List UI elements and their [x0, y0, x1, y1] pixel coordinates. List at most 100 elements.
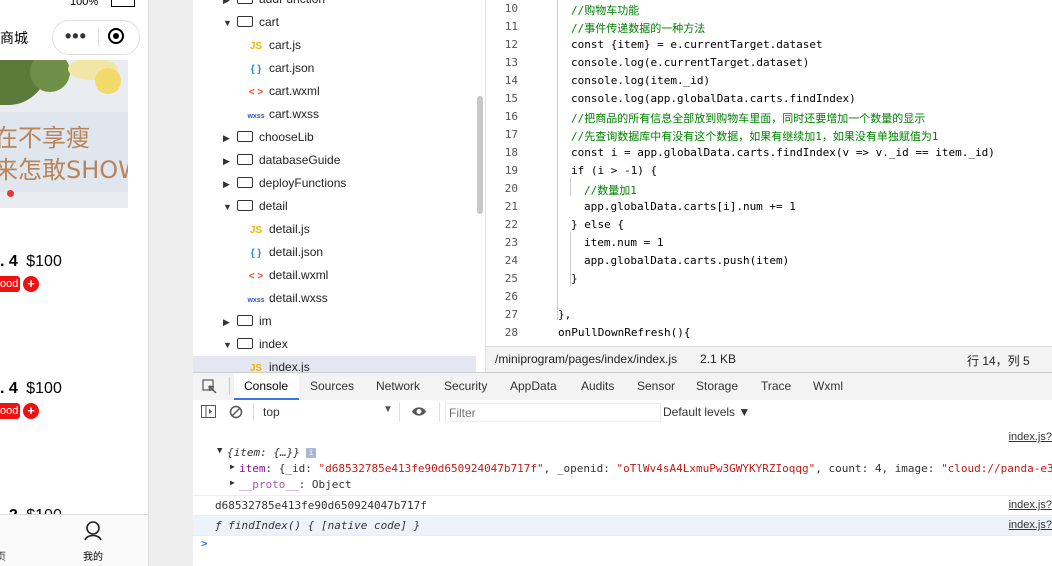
tab-mine-label[interactable]: 我的 — [83, 548, 103, 563]
code-editor[interactable]: 10 //购物车功能 11 //事件传递数据的一种方法 12 const {it… — [486, 0, 1052, 346]
tree-folder-deployfunctions[interactable]: ▶ deployFunctions — [223, 172, 346, 195]
product-name: . 4 — [0, 380, 18, 397]
chevron-right-icon[interactable]: ▶ — [230, 478, 235, 487]
file-path: /miniprogram/pages/index/index.js — [495, 352, 678, 366]
more-icon[interactable]: ••• — [65, 27, 87, 45]
tree-file-detail-wxml[interactable]: < > detail.wxml — [245, 264, 329, 287]
tree-folder-chooselib[interactable]: ▶ chooseLib — [223, 126, 314, 149]
tree-file-cart-wxml[interactable]: < > cart.wxml — [245, 80, 320, 103]
tab-console[interactable]: Console — [244, 379, 288, 393]
chevron-down-icon[interactable]: ▼ — [383, 404, 393, 415]
source-link[interactable]: index.js? — [1009, 499, 1052, 511]
banner-text: 在不享瘦 — [0, 124, 90, 152]
add-to-cart-button[interactable]: + — [23, 403, 39, 419]
clear-console-icon[interactable] — [229, 405, 243, 419]
product-name: . 4 — [0, 253, 18, 270]
tree-label: detail.wxml — [269, 268, 329, 282]
inspect-icon[interactable] — [202, 379, 218, 395]
add-to-cart-button[interactable]: + — [23, 276, 39, 292]
tree-label: index — [259, 337, 288, 351]
code-line: }, — [558, 308, 572, 321]
carousel-indicator[interactable] — [7, 190, 14, 197]
chevron-down-icon: ▼ — [223, 340, 232, 350]
chevron-right-icon: ▶ — [223, 179, 230, 189]
tree-folder-index[interactable]: ▼ index — [223, 333, 288, 356]
line-number: 17 — [504, 128, 518, 141]
source-link[interactable]: index.js? — [1009, 519, 1052, 531]
tree-scrollbar[interactable] — [477, 96, 483, 214]
user-icon[interactable] — [83, 521, 103, 541]
tab-security[interactable]: Security — [444, 379, 487, 393]
code-line: item.num = 1 — [584, 236, 664, 249]
filter-input[interactable] — [445, 403, 661, 422]
tree-folder-detail[interactable]: ▼ detail — [223, 195, 288, 218]
item-object-line: item: {_id: "d68532785e413fe90d650924047… — [239, 462, 1052, 475]
tree-file-detail-js[interactable]: JS detail.js — [245, 218, 310, 241]
toolbar-divider — [253, 403, 254, 421]
chevron-right-icon: ▶ — [223, 156, 230, 166]
tab-appdata[interactable]: AppData — [510, 379, 557, 393]
log-text: ƒ findIndex() { [native code] } — [215, 519, 421, 532]
tab-audits[interactable]: Audits — [581, 379, 614, 393]
sidebar-toggle-icon[interactable] — [201, 405, 216, 418]
folder-icon — [237, 131, 253, 142]
capsule-menu[interactable]: ••• — [52, 20, 140, 55]
wxss-file-icon: wxss — [247, 113, 265, 120]
folder-icon — [237, 0, 253, 4]
editor-status-bar: /miniprogram/pages/index/index.js 2.1 KB… — [486, 346, 1052, 373]
code-line: const i = app.globalData.carts.findIndex… — [571, 146, 995, 159]
proto-line: __proto__: Object — [239, 478, 352, 491]
item-id-value: "d68532785e413fe90d650924047b717f" — [318, 462, 544, 475]
close-capsule-icon[interactable] — [108, 28, 124, 44]
product-item[interactable]: . 4 $100 — [0, 253, 62, 271]
tree-file-cart-json[interactable]: { } cart.json — [245, 57, 315, 80]
tree-folder-im[interactable]: ▶ im — [223, 310, 272, 333]
tree-folder-addfunction[interactable]: ▶addFunction — [223, 0, 325, 11]
folder-icon — [237, 177, 253, 188]
tree-file-cart-js[interactable]: JS cart.js — [245, 34, 301, 57]
tab-trace[interactable]: Trace — [761, 379, 791, 393]
folder-open-icon — [237, 200, 253, 211]
chevron-down-icon[interactable]: ▼ — [217, 446, 222, 456]
tree-file-cart-wxss[interactable]: wxss cart.wxss — [245, 103, 319, 126]
tree-file-detail-json[interactable]: { } detail.json — [245, 241, 323, 264]
source-link[interactable]: index.js? — [1009, 431, 1052, 443]
proto-value: : Object — [298, 478, 352, 491]
tree-folder-databaseguide[interactable]: ▶ databaseGuide — [223, 149, 340, 172]
chevron-down-icon: ▼ — [223, 202, 232, 212]
line-number: 18 — [504, 146, 518, 159]
toolbar-divider — [399, 403, 400, 421]
tree-label: databaseGuide — [259, 153, 341, 167]
eye-icon[interactable] — [411, 406, 427, 417]
tab-sensor[interactable]: Sensor — [637, 379, 675, 393]
product-item[interactable]: . 4 $100 — [0, 380, 62, 398]
panel-divider[interactable] — [148, 0, 194, 566]
tree-label: deployFunctions — [259, 176, 347, 190]
log-levels-dropdown[interactable]: Default levels ▼ — [663, 405, 750, 419]
info-icon[interactable]: i — [306, 448, 316, 458]
wxml-file-icon: < > — [248, 271, 264, 282]
tree-file-index-js[interactable]: JS index.js — [245, 356, 310, 372]
tab-home-label[interactable]: 页 — [0, 548, 6, 563]
chevron-right-icon[interactable]: ▶ — [230, 462, 235, 471]
tab-storage[interactable]: Storage — [696, 379, 738, 393]
line-number: 20 — [504, 182, 518, 195]
line-number: 15 — [504, 92, 518, 105]
cursor-position[interactable]: 行 14，列 5 — [967, 352, 1030, 369]
context-select[interactable]: top — [263, 405, 280, 419]
tab-sources[interactable]: Sources — [310, 379, 354, 393]
tree-label: detail.json — [269, 245, 324, 259]
tree-label: detail.wxss — [269, 291, 328, 305]
toolbar-divider — [439, 403, 440, 421]
code-line: const {item} = e.currentTarget.dataset — [571, 38, 823, 51]
console-prompt[interactable]: > — [201, 537, 208, 550]
banner-carousel[interactable]: 在不享瘦 来怎敢SHOW — [0, 60, 128, 208]
line-number: 25 — [504, 272, 518, 285]
tree-folder-cart[interactable]: ▼ cart — [223, 11, 279, 34]
line-number: 24 — [504, 254, 518, 267]
tree-file-detail-wxss[interactable]: wxss detail.wxss — [245, 287, 328, 310]
banner-leaf — [30, 60, 70, 92]
js-file-icon: JS — [249, 41, 263, 52]
tab-wxml[interactable]: Wxml — [813, 379, 843, 393]
tab-network[interactable]: Network — [376, 379, 420, 393]
